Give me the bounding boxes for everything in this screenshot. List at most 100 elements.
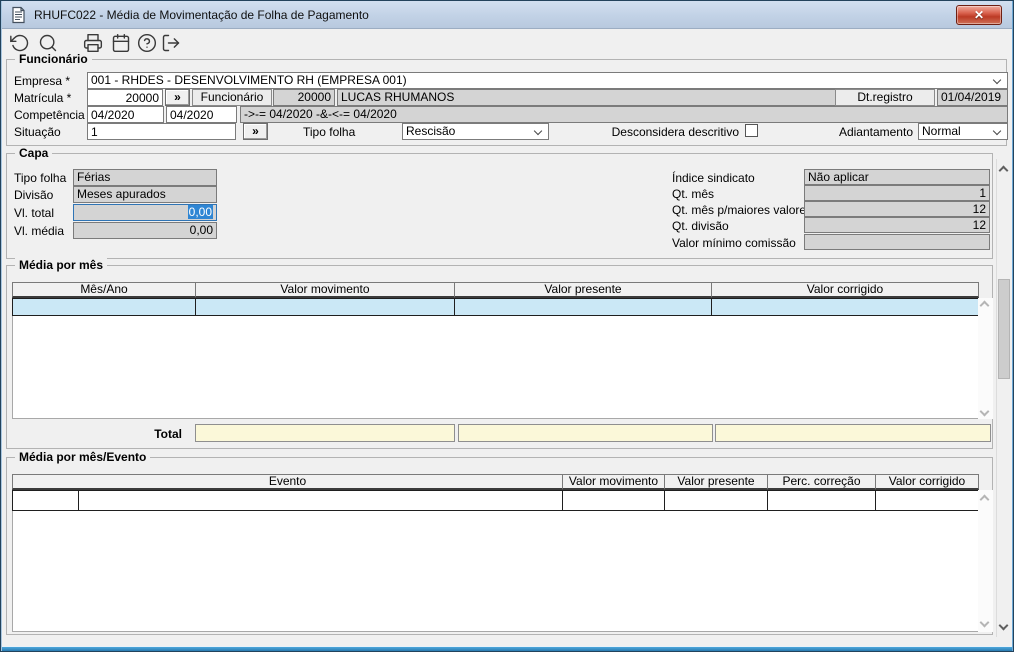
chevron-down-icon xyxy=(533,126,543,136)
scroll-down-icon[interactable] xyxy=(979,406,990,417)
media-mes-table-body[interactable] xyxy=(12,298,979,419)
vl-total-selected-value: 0,00 xyxy=(187,205,213,219)
capa-tipo-folha-field: Férias xyxy=(73,169,217,186)
cell-evento-descricao[interactable] xyxy=(78,490,563,511)
desconsidera-descritivo-checkbox[interactable] xyxy=(745,124,758,137)
empresa-value: 001 - RHDES - DESENVOLVIMENTO RH (EMPRES… xyxy=(91,73,407,87)
vl-total-field[interactable]: 0,00 xyxy=(73,204,217,221)
qt-divisao-field: 12 xyxy=(804,217,990,233)
valor-minimo-comissao-label: Valor mínimo comissão xyxy=(672,236,796,250)
window-title: RHUFC022 - Média de Movimentação de Folh… xyxy=(34,8,369,22)
media-evento-table-body[interactable] xyxy=(12,490,979,632)
help-button[interactable] xyxy=(137,33,159,55)
vl-media-field: 0,00 xyxy=(73,222,217,239)
funcionario-group-label: Funcionário xyxy=(15,52,92,66)
divisao-field: Meses apurados xyxy=(73,186,217,203)
matricula-lookup-button[interactable]: » xyxy=(165,89,190,106)
capa-tipo-folha-label: Tipo folha xyxy=(14,171,67,185)
toolbar xyxy=(3,29,1011,57)
adiantamento-label: Adiantamento xyxy=(838,125,913,139)
scroll-up-icon[interactable] xyxy=(998,165,1009,176)
tipo-folha-label: Tipo folha xyxy=(303,125,356,139)
matricula-input[interactable] xyxy=(87,89,163,106)
tipo-folha-value: Rescisão xyxy=(406,124,456,138)
calendar-button[interactable] xyxy=(111,33,133,55)
column-header-evento[interactable]: Evento xyxy=(12,474,563,490)
column-header-perc-correcao[interactable]: Perc. correção xyxy=(767,474,876,490)
undo-icon xyxy=(10,34,29,52)
calendar-icon xyxy=(112,33,130,53)
empresa-label: Empresa * xyxy=(14,74,71,88)
situacao-input[interactable] xyxy=(87,123,236,140)
lookup-icon: » xyxy=(252,124,259,138)
scroll-down-icon[interactable] xyxy=(998,620,1009,631)
qt-mes-maiores-field: 12 xyxy=(804,201,990,217)
exit-button[interactable] xyxy=(161,33,183,55)
cell-valor-movimento[interactable] xyxy=(562,490,665,511)
total-label: Total xyxy=(154,427,182,441)
window-document-icon xyxy=(12,6,25,24)
qt-mes-field: 1 xyxy=(804,185,990,201)
competencia-fim-input[interactable] xyxy=(166,106,237,123)
scroll-up-icon[interactable] xyxy=(979,494,990,505)
media-por-mes-evento-group: Média por mês/Evento Evento Valor movime… xyxy=(6,450,993,635)
qt-mes-label: Qt. mês xyxy=(672,187,715,201)
capa-group-label: Capa xyxy=(15,146,53,160)
media-por-mes-group: Média por mês Mês/Ano Valor movimento Va… xyxy=(6,258,993,449)
column-header-valor-presente[interactable]: Valor presente xyxy=(664,474,768,490)
adiantamento-combobox[interactable]: Normal xyxy=(918,123,1008,140)
divisao-label: Divisão xyxy=(14,188,54,202)
funcionario-codigo-field: 20000 xyxy=(273,89,335,106)
capa-group: Capa Tipo folha Férias Divisão Meses apu… xyxy=(6,146,993,259)
help-icon xyxy=(137,33,157,53)
column-header-valor-corrigido[interactable]: Valor corrigido xyxy=(711,282,979,298)
scroll-down-icon[interactable] xyxy=(979,617,990,628)
dt-registro-field: 01/04/2019 xyxy=(937,89,1008,106)
scroll-up-icon[interactable] xyxy=(979,300,990,311)
tipo-folha-combobox[interactable]: Rescisão xyxy=(402,123,549,140)
column-header-valor-corrigido[interactable]: Valor corrigido xyxy=(875,474,979,490)
desconsidera-descritivo-label: Desconsidera descritivo xyxy=(611,125,739,139)
competencia-inicio-input[interactable] xyxy=(87,106,164,123)
cell-valor-corrigido[interactable] xyxy=(875,490,979,511)
chevron-down-icon xyxy=(992,126,1002,136)
situacao-lookup-button[interactable]: » xyxy=(243,123,268,140)
dt-registro-label: Dt.registro xyxy=(835,89,935,106)
search-icon xyxy=(39,34,57,52)
competencia-label: Competência * xyxy=(14,108,93,122)
cell-valor-movimento[interactable] xyxy=(195,298,455,316)
funcionario-field-label: Funcionário xyxy=(192,89,272,106)
cell-valor-presente[interactable] xyxy=(664,490,768,511)
qt-divisao-label: Qt. divisão xyxy=(672,219,729,233)
total-valor-movimento-field xyxy=(195,424,455,442)
cell-evento-codigo[interactable] xyxy=(12,490,79,511)
adiantamento-value: Normal xyxy=(922,124,961,138)
column-header-valor-movimento[interactable]: Valor movimento xyxy=(562,474,665,490)
column-header-mes-ano[interactable]: Mês/Ano xyxy=(12,282,196,298)
competencia-info-field: ->-= 04/2020 -&-<-= 04/2020 xyxy=(240,106,1008,123)
column-header-valor-movimento[interactable]: Valor movimento xyxy=(195,282,455,298)
situacao-label: Situação xyxy=(14,125,61,139)
cell-perc-correcao[interactable] xyxy=(767,490,876,511)
cell-mes-ano[interactable] xyxy=(12,298,196,316)
cell-valor-corrigido[interactable] xyxy=(711,298,979,316)
exit-icon xyxy=(162,34,180,52)
close-icon: ✕ xyxy=(973,8,985,22)
scrollbar-thumb[interactable] xyxy=(998,279,1010,379)
funcionario-nome-field: LUCAS RHUMANOS xyxy=(337,89,837,106)
media-evento-table-scrollbar[interactable] xyxy=(978,490,993,632)
form-vertical-scrollbar[interactable] xyxy=(996,159,1011,637)
empresa-combobox[interactable]: 001 - RHDES - DESENVOLVIMENTO RH (EMPRES… xyxy=(87,72,1008,89)
qt-mes-maiores-label: Qt. mês p/maiores valores xyxy=(672,203,813,217)
total-valor-corrigido-field xyxy=(715,424,991,442)
chevron-down-icon xyxy=(992,75,1002,85)
print-icon xyxy=(83,33,103,53)
cell-valor-presente[interactable] xyxy=(454,298,712,316)
media-por-mes-evento-group-label: Média por mês/Evento xyxy=(15,450,151,464)
vl-total-label: Vl. total xyxy=(14,206,55,220)
column-header-valor-presente[interactable]: Valor presente xyxy=(454,282,712,298)
app-window: RHUFC022 - Média de Movimentação de Folh… xyxy=(0,0,1014,652)
close-button[interactable]: ✕ xyxy=(956,5,1002,25)
media-mes-table-scrollbar[interactable] xyxy=(978,298,993,419)
total-valor-presente-field xyxy=(458,424,713,442)
